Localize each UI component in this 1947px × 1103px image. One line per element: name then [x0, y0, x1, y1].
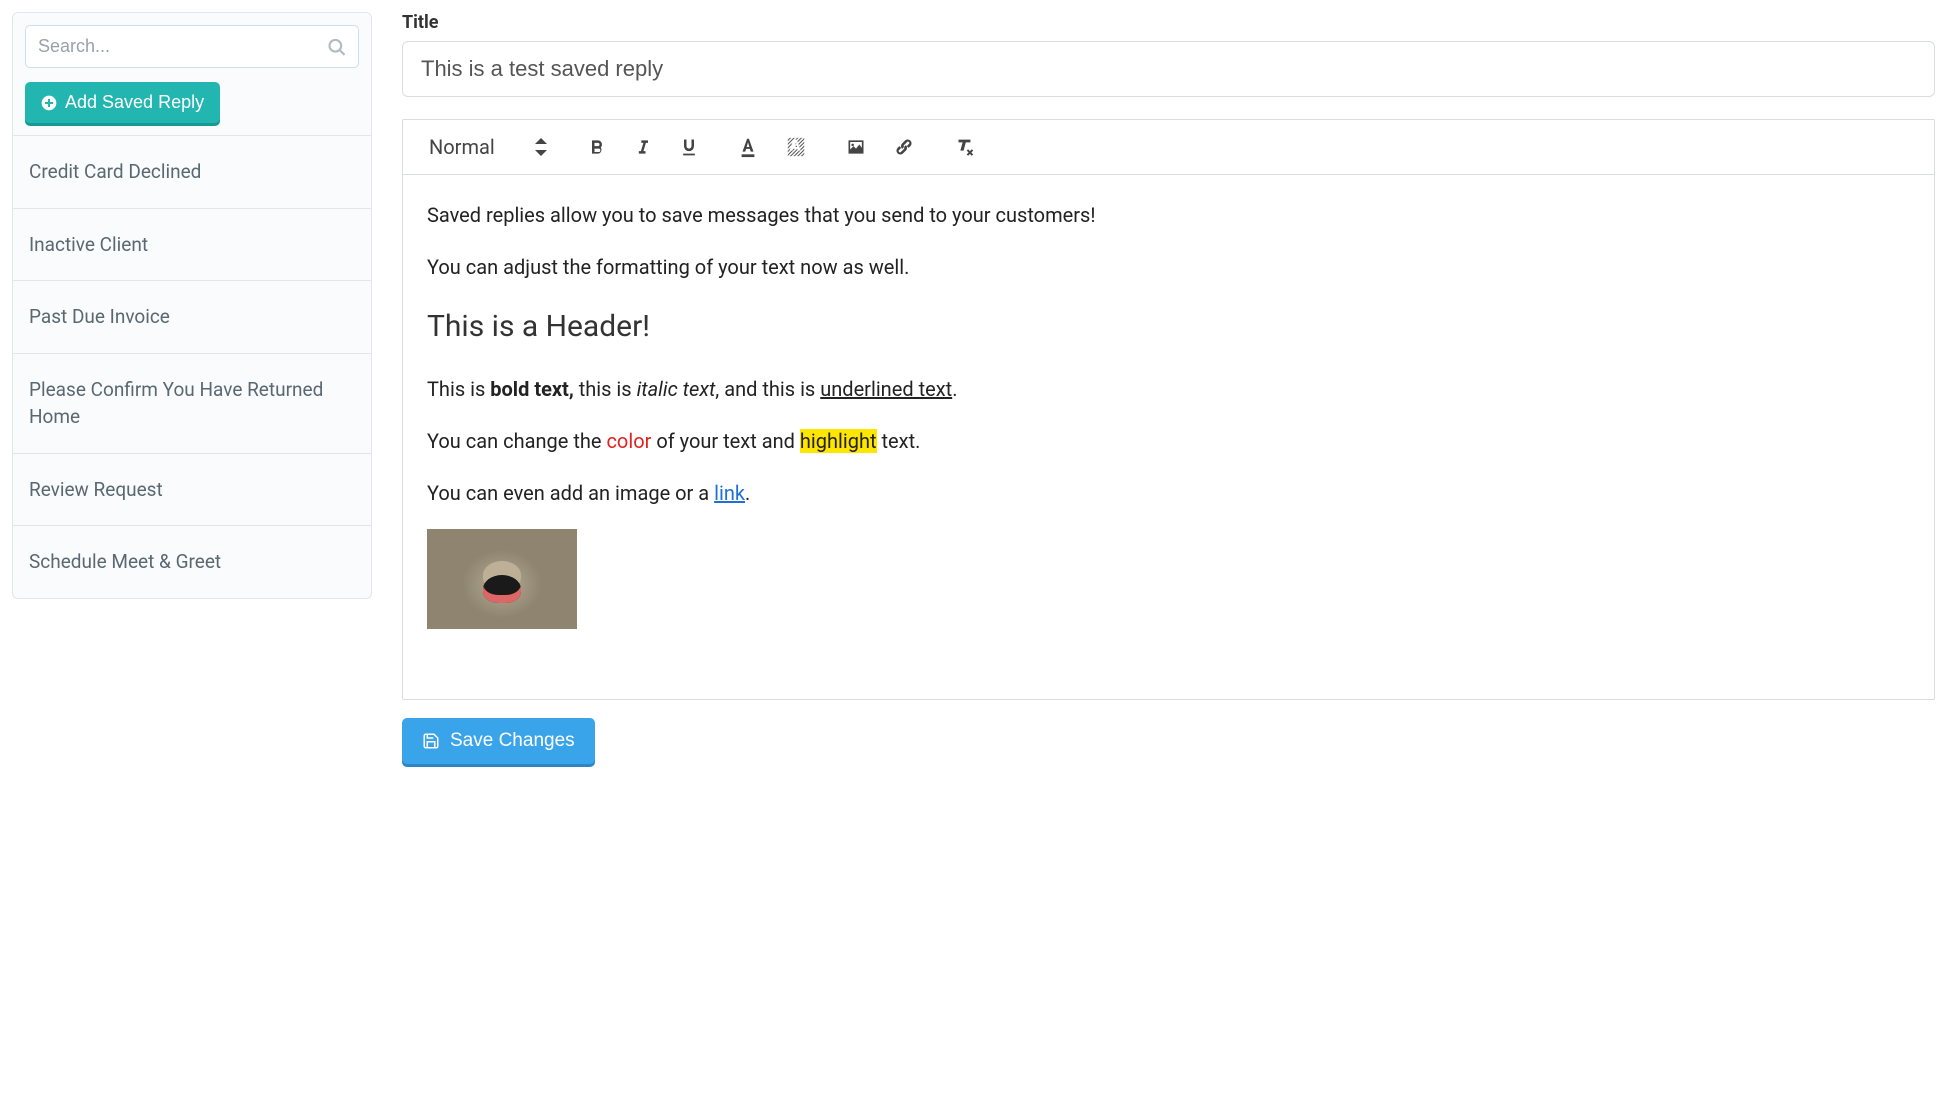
clear-formatting-button[interactable] — [949, 132, 979, 162]
chevron-updown-icon — [535, 138, 547, 156]
rich-text-editor: Normal — [402, 119, 1935, 700]
content-link[interactable]: link — [714, 481, 745, 505]
save-changes-button[interactable]: Save Changes — [402, 718, 595, 764]
search-input[interactable] — [25, 25, 359, 68]
paragraph: You can change the color of your text an… — [427, 425, 1910, 457]
bold-text: bold text, — [490, 377, 574, 401]
italic-text: italic text — [637, 377, 716, 401]
add-saved-reply-button[interactable]: Add Saved Reply — [25, 82, 220, 123]
bold-button[interactable] — [583, 133, 611, 161]
list-item[interactable]: Inactive Client — [13, 209, 371, 282]
italic-button[interactable] — [629, 133, 657, 161]
paragraph: You can even add an image or a link. — [427, 477, 1910, 509]
paragraph: Saved replies allow you to save messages… — [427, 199, 1910, 231]
search-wrapper — [25, 25, 359, 68]
list-item[interactable]: Credit Card Declined — [13, 136, 371, 209]
highlighted-text: highlight — [800, 429, 877, 453]
title-label: Title — [402, 12, 1935, 33]
title-input[interactable] — [402, 41, 1935, 97]
editor-main: Title Normal — [402, 12, 1935, 764]
highlight-color-button[interactable] — [781, 132, 811, 162]
plus-circle-icon — [41, 95, 57, 111]
add-button-label: Add Saved Reply — [65, 92, 204, 113]
embedded-image[interactable] — [427, 529, 577, 629]
clear-format-icon — [953, 136, 975, 158]
search-icon — [327, 36, 347, 57]
link-icon — [893, 136, 915, 158]
text-color-icon — [737, 136, 759, 158]
paragraph: This is bold text, this is italic text, … — [427, 373, 1910, 405]
bold-icon — [587, 137, 607, 157]
list-item[interactable]: Please Confirm You Have Returned Home — [13, 354, 371, 454]
paragraph: You can adjust the formatting of your te… — [427, 251, 1910, 283]
list-item[interactable]: Review Request — [13, 454, 371, 527]
save-button-label: Save Changes — [450, 730, 575, 752]
format-select[interactable]: Normal — [423, 133, 553, 161]
insert-link-button[interactable] — [889, 132, 919, 162]
text-color-button[interactable] — [733, 132, 763, 162]
insert-image-button[interactable] — [841, 133, 871, 161]
save-icon — [422, 730, 440, 752]
editor-content[interactable]: Saved replies allow you to save messages… — [403, 175, 1934, 699]
underline-button[interactable] — [675, 132, 703, 162]
list-item[interactable]: Past Due Invoice — [13, 281, 371, 354]
underline-text: underlined text — [820, 377, 952, 401]
saved-reply-list: Credit Card Declined Inactive Client Pas… — [13, 135, 371, 598]
highlight-icon — [785, 136, 807, 158]
image-icon — [845, 137, 867, 157]
underline-icon — [679, 136, 699, 158]
saved-replies-sidebar: Add Saved Reply Credit Card Declined Ina… — [12, 12, 372, 599]
list-item[interactable]: Schedule Meet & Greet — [13, 526, 371, 598]
editor-toolbar: Normal — [403, 120, 1934, 175]
colored-text: color — [606, 429, 651, 453]
format-select-label: Normal — [429, 135, 495, 159]
italic-icon — [633, 137, 653, 157]
heading: This is a Header! — [427, 303, 1910, 351]
